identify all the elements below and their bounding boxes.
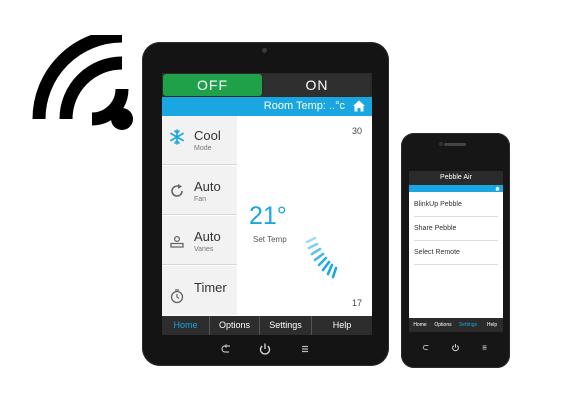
phone-camera [439, 142, 443, 146]
tablet-device: OFF ON Room Temp: ..°c Cool Mode Auto Fa… [142, 42, 389, 366]
vanes-icon [170, 235, 184, 248]
phone-screen: Pebble Air BlinkUp Pebble Share Pebble S… [409, 171, 503, 332]
tablet-soft-keys [142, 342, 389, 360]
phone-back-icon[interactable] [422, 343, 431, 352]
off-button[interactable]: OFF [163, 74, 262, 96]
temperature-panel: 30 21° Set Temp 17 [237, 116, 372, 316]
phone-soft-keys [401, 343, 510, 355]
min-temp-label: 17 [351, 298, 362, 308]
phone-speaker [444, 143, 466, 146]
phone-app-title: Pebble Air [409, 171, 503, 185]
vanes-label: Vanes [194, 246, 214, 253]
power-toggle: OFF ON [162, 73, 372, 97]
phone-tab-help[interactable]: Help [481, 318, 503, 332]
set-temp-value: 21° [249, 202, 287, 230]
tab-home[interactable]: Home [162, 316, 210, 335]
phone-tab-home[interactable]: Home [409, 318, 431, 332]
phone-device: Pebble Air BlinkUp Pebble Share Pebble S… [401, 133, 510, 368]
tab-options[interactable]: Options [210, 316, 260, 335]
menu-item-share[interactable]: Share Pebble [414, 217, 498, 241]
room-temp-label: Room Temp: ..°c [263, 100, 345, 112]
room-temp-bar: Room Temp: ..°c [162, 97, 372, 116]
fan-value: Auto [194, 179, 221, 194]
mode-value: Cool [194, 128, 221, 143]
vanes-value: Auto [194, 229, 221, 244]
wifi-icon [32, 35, 133, 130]
on-button[interactable]: ON [264, 74, 370, 96]
power-icon[interactable] [258, 342, 272, 356]
phone-tab-options[interactable]: Options [431, 318, 455, 332]
snowflake-icon [170, 129, 184, 145]
fan-item[interactable]: Auto Fan [162, 166, 237, 215]
clock-icon [170, 289, 184, 304]
tablet-camera [262, 48, 267, 53]
temperature-dial[interactable] [305, 234, 365, 294]
phone-room-temp-bar [409, 185, 503, 192]
phone-power-icon[interactable] [451, 343, 460, 352]
phone-home-icon[interactable] [495, 186, 500, 191]
mode-label: Mode [194, 145, 212, 152]
fan-refresh-icon [171, 184, 183, 197]
mode-sidebar: Cool Mode Auto Fan Auto Vanes Timer [162, 116, 237, 316]
tablet-screen: OFF ON Room Temp: ..°c Cool Mode Auto Fa… [162, 73, 372, 335]
timer-label: Timer [194, 280, 227, 295]
max-temp-label: 30 [351, 126, 362, 136]
back-icon[interactable] [220, 342, 234, 356]
phone-tab-settings[interactable]: Settings [455, 318, 481, 332]
tablet-bottom-nav: Home Options Settings Help [162, 316, 372, 335]
tab-settings[interactable]: Settings [260, 316, 312, 335]
vanes-item[interactable]: Auto Vanes [162, 216, 237, 265]
menu-icon[interactable] [298, 342, 312, 356]
phone-menu-icon[interactable] [480, 343, 489, 352]
menu-item-blinkup[interactable]: BlinkUp Pebble [414, 193, 498, 217]
phone-bottom-nav: Home Options Settings Help [409, 318, 503, 332]
mode-cool-item[interactable]: Cool Mode [162, 116, 237, 165]
menu-item-select-remote[interactable]: Select Remote [414, 241, 498, 265]
tab-help[interactable]: Help [312, 316, 372, 335]
fan-label: Fan [194, 196, 207, 203]
set-temp-label: Set Temp [253, 235, 287, 244]
home-icon[interactable] [352, 99, 366, 113]
timer-item[interactable]: Timer [162, 266, 237, 315]
